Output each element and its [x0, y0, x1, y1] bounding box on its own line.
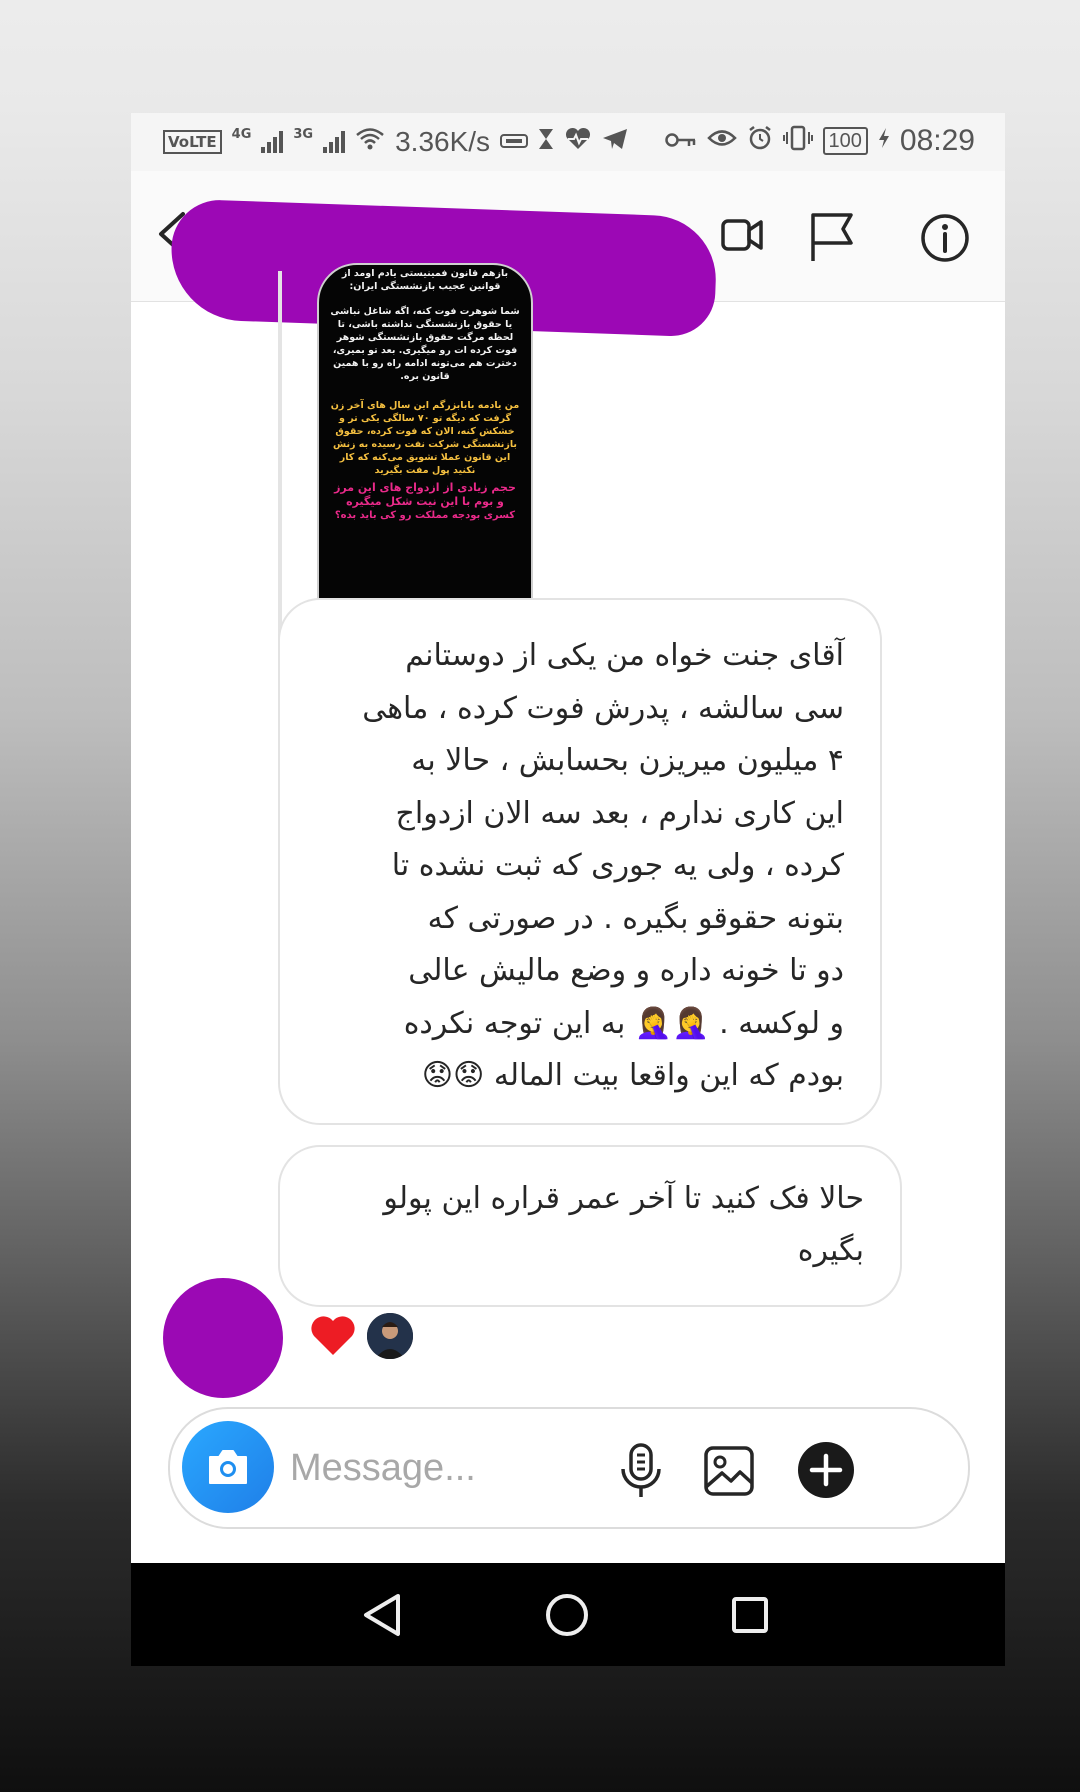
system-nav-bar [131, 1563, 1005, 1666]
video-call-icon[interactable] [721, 213, 765, 257]
message-line-with-emoji: بودم که این واقعا بیت الماله 😟😟 [284, 1050, 844, 1103]
message-line: به این توجه نکرده [403, 1005, 626, 1041]
chat-header [131, 171, 1005, 338]
network-type-4g: 4G [231, 126, 252, 142]
eye-icon [706, 127, 737, 155]
message-line: این کاری ندارم ، بعد سه الان ازدواج [395, 795, 844, 831]
message-line: ۴ میلیون میریزن بحسابش ، حالا به [411, 743, 844, 778]
plus-icon[interactable] [797, 1441, 855, 1499]
microphone-icon[interactable] [620, 1443, 662, 1501]
message-line: سی سالشه ، پدرش فوت کرده ، ماهی [362, 690, 844, 726]
key-icon [664, 127, 697, 155]
signal-icon-2 [323, 131, 346, 153]
hourglass-icon [538, 128, 554, 156]
signal-icon [261, 131, 284, 153]
nav-home-icon[interactable] [545, 1593, 589, 1637]
message-composer [168, 1407, 970, 1529]
message-text: حالا فک کنید تا آخر عمر قراره این پولو ب… [294, 1173, 864, 1277]
message-line: آقای جنت خواه من یکی از دوستانم [405, 638, 844, 673]
network-speed: 3.36K/s [395, 126, 491, 157]
camera-button[interactable] [182, 1421, 274, 1513]
battery-indicator: 100 [822, 127, 868, 155]
message-bubble[interactable]: آقای جنت خواه من یکی از دوستانم سی سالشه… [278, 598, 882, 1125]
nav-recent-apps-icon[interactable] [731, 1596, 769, 1634]
alarm-icon [747, 125, 773, 157]
story-text-yellow: من یادمه بابابزرگم این سال های آخر زن گر… [330, 400, 520, 476]
message-line: کرده ، ولی یه جوری که ثبت نشده تا [391, 848, 844, 883]
redacted-sender-avatar[interactable] [163, 1278, 283, 1398]
camera-icon [209, 1450, 247, 1484]
message-line: بودم که این واقعا بیت الماله [493, 1058, 844, 1093]
vibrate-icon [782, 125, 813, 157]
health-icon [564, 127, 592, 157]
heart-reaction-icon[interactable] [309, 1313, 357, 1357]
story-text-body: شما شوهرت فوت کنه، اگه شاغل نباشی یا حقو… [330, 306, 520, 382]
wifi-icon [355, 127, 385, 157]
flag-icon[interactable] [807, 211, 857, 263]
status-bar: VoLTE 4G 3G 3.36K/s 100 08:29 [131, 113, 1005, 171]
message-line: بتونه حقوقو بگیره . در صورتی که [427, 900, 844, 936]
status-right: 100 08:29 [664, 124, 975, 158]
status-time: 08:29 [899, 124, 975, 157]
telegram-icon [602, 128, 628, 156]
sad-emoji: 😟😟 [421, 1058, 485, 1093]
message-line: دو تا خونه داره و وضع مالیش عالی [408, 953, 844, 988]
reactor-avatar[interactable] [365, 1311, 415, 1361]
network-type-3g: 3G [293, 126, 314, 142]
message-line-with-emoji: و لوکسه . 🤦‍♀️🤦‍♀️ به این توجه نکرده [284, 998, 844, 1051]
nav-back-icon[interactable] [362, 1593, 402, 1637]
message-line: و لوکسه . [719, 1005, 844, 1041]
vpn-icon [500, 128, 529, 156]
gallery-icon[interactable] [703, 1445, 755, 1497]
message-input[interactable] [288, 1439, 612, 1497]
story-text-pink-1: حجم زیادی از ازدواج های این مرز و بوم با… [334, 481, 516, 508]
charging-icon [878, 127, 890, 155]
phone-screen: VoLTE 4G 3G 3.36K/s 100 08:29 بازهم قانو… [131, 113, 1005, 1666]
message-bubble[interactable]: حالا فک کنید تا آخر عمر قراره این پولو ب… [278, 1145, 902, 1307]
info-icon[interactable] [919, 212, 971, 264]
message-text: آقای جنت خواه من یکی از دوستانم سی سالشه… [284, 630, 844, 1103]
volte-badge: VoLTE [163, 130, 222, 154]
status-left: VoLTE 4G 3G 3.36K/s [163, 126, 628, 158]
message-line: بگیره [797, 1233, 864, 1268]
story-text-pink-2: کسری بودجه مملکت رو کی باید بده؟ [334, 510, 516, 521]
story-text-intro: بازهم قانون فمینیستی یادم اومد از قوانین… [341, 268, 509, 292]
facepalm-emoji: 🤦‍♀️🤦‍♀️ [634, 1005, 710, 1041]
message-line: حالا فک کنید تا آخر عمر قراره این پولو [383, 1181, 864, 1216]
